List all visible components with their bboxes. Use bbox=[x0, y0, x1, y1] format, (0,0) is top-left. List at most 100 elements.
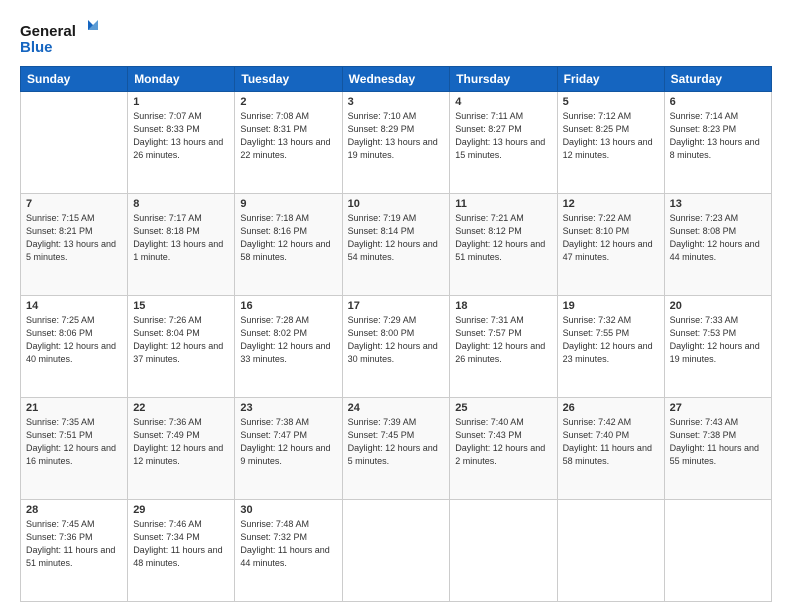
day-cell: 4 Sunrise: 7:11 AMSunset: 8:27 PMDaylight… bbox=[450, 92, 557, 194]
day-info: Sunrise: 7:21 AMSunset: 8:12 PMDaylight:… bbox=[455, 212, 551, 264]
day-info: Sunrise: 7:15 AMSunset: 8:21 PMDaylight:… bbox=[26, 212, 122, 264]
header: General Blue bbox=[20, 18, 772, 58]
day-info: Sunrise: 7:26 AMSunset: 8:04 PMDaylight:… bbox=[133, 314, 229, 366]
day-number: 6 bbox=[670, 96, 766, 108]
day-cell: 8 Sunrise: 7:17 AMSunset: 8:18 PMDaylight… bbox=[128, 194, 235, 296]
day-number: 11 bbox=[455, 198, 551, 210]
logo-svg: General Blue bbox=[20, 18, 100, 58]
day-number: 19 bbox=[563, 300, 659, 312]
day-cell: 5 Sunrise: 7:12 AMSunset: 8:25 PMDaylight… bbox=[557, 92, 664, 194]
day-info: Sunrise: 7:10 AMSunset: 8:29 PMDaylight:… bbox=[348, 110, 445, 162]
day-cell: 3 Sunrise: 7:10 AMSunset: 8:29 PMDaylight… bbox=[342, 92, 450, 194]
day-number: 4 bbox=[455, 96, 551, 108]
day-number: 12 bbox=[563, 198, 659, 210]
day-number: 23 bbox=[240, 402, 336, 414]
day-info: Sunrise: 7:17 AMSunset: 8:18 PMDaylight:… bbox=[133, 212, 229, 264]
day-cell: 17Sunrise: 7:29 AMSunset: 8:00 PMDayligh… bbox=[342, 296, 450, 398]
day-info: Sunrise: 7:43 AMSunset: 7:38 PMDaylight:… bbox=[670, 416, 766, 468]
calendar-table: SundayMondayTuesdayWednesdayThursdayFrid… bbox=[20, 66, 772, 602]
week-row-2: 7 Sunrise: 7:15 AMSunset: 8:21 PMDaylight… bbox=[21, 194, 772, 296]
day-cell bbox=[21, 92, 128, 194]
day-info: Sunrise: 7:14 AMSunset: 8:23 PMDaylight:… bbox=[670, 110, 766, 162]
day-info: Sunrise: 7:28 AMSunset: 8:02 PMDaylight:… bbox=[240, 314, 336, 366]
day-info: Sunrise: 7:46 AMSunset: 7:34 PMDaylight:… bbox=[133, 518, 229, 570]
day-cell bbox=[557, 500, 664, 602]
day-number: 16 bbox=[240, 300, 336, 312]
day-number: 13 bbox=[670, 198, 766, 210]
day-cell: 24 Sunrise: 7:39 AMSunset: 7:45 PMDayligh… bbox=[342, 398, 450, 500]
day-number: 25 bbox=[455, 402, 551, 414]
day-info: Sunrise: 7:45 AMSunset: 7:36 PMDaylight:… bbox=[26, 518, 122, 570]
day-cell: 7 Sunrise: 7:15 AMSunset: 8:21 PMDaylight… bbox=[21, 194, 128, 296]
day-number: 1 bbox=[133, 96, 229, 108]
col-header-tuesday: Tuesday bbox=[235, 67, 342, 92]
day-number: 24 bbox=[348, 402, 445, 414]
day-number: 9 bbox=[240, 198, 336, 210]
day-info: Sunrise: 7:40 AMSunset: 7:43 PMDaylight:… bbox=[455, 416, 551, 468]
day-cell: 1 Sunrise: 7:07 AMSunset: 8:33 PMDaylight… bbox=[128, 92, 235, 194]
day-cell: 13 Sunrise: 7:23 AMSunset: 8:08 PMDayligh… bbox=[664, 194, 771, 296]
svg-text:General: General bbox=[20, 23, 76, 40]
day-number: 14 bbox=[26, 300, 122, 312]
day-number: 30 bbox=[240, 504, 336, 516]
day-number: 28 bbox=[26, 504, 122, 516]
day-info: Sunrise: 7:48 AMSunset: 7:32 PMDaylight:… bbox=[240, 518, 336, 570]
page: General Blue SundayMondayTuesdayWednesda… bbox=[0, 0, 792, 612]
day-info: Sunrise: 7:31 AMSunset: 7:57 PMDaylight:… bbox=[455, 314, 551, 366]
day-cell: 10Sunrise: 7:19 AMSunset: 8:14 PMDayligh… bbox=[342, 194, 450, 296]
day-number: 7 bbox=[26, 198, 122, 210]
day-info: Sunrise: 7:32 AMSunset: 7:55 PMDaylight:… bbox=[563, 314, 659, 366]
day-cell: 26 Sunrise: 7:42 AMSunset: 7:40 PMDayligh… bbox=[557, 398, 664, 500]
day-cell: 11 Sunrise: 7:21 AMSunset: 8:12 PMDayligh… bbox=[450, 194, 557, 296]
week-row-4: 21Sunrise: 7:35 AMSunset: 7:51 PMDayligh… bbox=[21, 398, 772, 500]
col-header-monday: Monday bbox=[128, 67, 235, 92]
day-info: Sunrise: 7:11 AMSunset: 8:27 PMDaylight:… bbox=[455, 110, 551, 162]
day-info: Sunrise: 7:39 AMSunset: 7:45 PMDaylight:… bbox=[348, 416, 445, 468]
day-number: 8 bbox=[133, 198, 229, 210]
day-cell: 18Sunrise: 7:31 AMSunset: 7:57 PMDayligh… bbox=[450, 296, 557, 398]
day-number: 10 bbox=[348, 198, 445, 210]
day-number: 26 bbox=[563, 402, 659, 414]
day-info: Sunrise: 7:12 AMSunset: 8:25 PMDaylight:… bbox=[563, 110, 659, 162]
day-number: 29 bbox=[133, 504, 229, 516]
col-header-sunday: Sunday bbox=[21, 67, 128, 92]
svg-text:Blue: Blue bbox=[20, 39, 53, 56]
day-number: 22 bbox=[133, 402, 229, 414]
day-info: Sunrise: 7:33 AMSunset: 7:53 PMDaylight:… bbox=[670, 314, 766, 366]
day-cell: 22 Sunrise: 7:36 AMSunset: 7:49 PMDayligh… bbox=[128, 398, 235, 500]
day-number: 3 bbox=[348, 96, 445, 108]
day-info: Sunrise: 7:42 AMSunset: 7:40 PMDaylight:… bbox=[563, 416, 659, 468]
logo: General Blue bbox=[20, 18, 100, 58]
day-cell: 19 Sunrise: 7:32 AMSunset: 7:55 PMDayligh… bbox=[557, 296, 664, 398]
day-cell: 15Sunrise: 7:26 AMSunset: 8:04 PMDayligh… bbox=[128, 296, 235, 398]
day-info: Sunrise: 7:35 AMSunset: 7:51 PMDaylight:… bbox=[26, 416, 122, 468]
day-info: Sunrise: 7:38 AMSunset: 7:47 PMDaylight:… bbox=[240, 416, 336, 468]
day-number: 27 bbox=[670, 402, 766, 414]
day-cell bbox=[450, 500, 557, 602]
col-header-saturday: Saturday bbox=[664, 67, 771, 92]
day-number: 5 bbox=[563, 96, 659, 108]
col-header-friday: Friday bbox=[557, 67, 664, 92]
day-cell: 27 Sunrise: 7:43 AMSunset: 7:38 PMDayligh… bbox=[664, 398, 771, 500]
day-info: Sunrise: 7:25 AMSunset: 8:06 PMDaylight:… bbox=[26, 314, 122, 366]
col-header-thursday: Thursday bbox=[450, 67, 557, 92]
day-cell: 9 Sunrise: 7:18 AMSunset: 8:16 PMDaylight… bbox=[235, 194, 342, 296]
day-cell: 20Sunrise: 7:33 AMSunset: 7:53 PMDayligh… bbox=[664, 296, 771, 398]
day-cell: 16 Sunrise: 7:28 AMSunset: 8:02 PMDayligh… bbox=[235, 296, 342, 398]
day-cell bbox=[664, 500, 771, 602]
day-info: Sunrise: 7:08 AMSunset: 8:31 PMDaylight:… bbox=[240, 110, 336, 162]
day-cell: 29 Sunrise: 7:46 AMSunset: 7:34 PMDayligh… bbox=[128, 500, 235, 602]
header-row: SundayMondayTuesdayWednesdayThursdayFrid… bbox=[21, 67, 772, 92]
week-row-3: 14 Sunrise: 7:25 AMSunset: 8:06 PMDayligh… bbox=[21, 296, 772, 398]
day-info: Sunrise: 7:29 AMSunset: 8:00 PMDaylight:… bbox=[348, 314, 445, 366]
day-cell: 12Sunrise: 7:22 AMSunset: 8:10 PMDayligh… bbox=[557, 194, 664, 296]
day-info: Sunrise: 7:18 AMSunset: 8:16 PMDaylight:… bbox=[240, 212, 336, 264]
day-info: Sunrise: 7:07 AMSunset: 8:33 PMDaylight:… bbox=[133, 110, 229, 162]
col-header-wednesday: Wednesday bbox=[342, 67, 450, 92]
day-info: Sunrise: 7:36 AMSunset: 7:49 PMDaylight:… bbox=[133, 416, 229, 468]
day-cell: 25 Sunrise: 7:40 AMSunset: 7:43 PMDayligh… bbox=[450, 398, 557, 500]
week-row-5: 28 Sunrise: 7:45 AMSunset: 7:36 PMDayligh… bbox=[21, 500, 772, 602]
day-info: Sunrise: 7:23 AMSunset: 8:08 PMDaylight:… bbox=[670, 212, 766, 264]
day-cell: 30 Sunrise: 7:48 AMSunset: 7:32 PMDayligh… bbox=[235, 500, 342, 602]
day-cell: 28 Sunrise: 7:45 AMSunset: 7:36 PMDayligh… bbox=[21, 500, 128, 602]
